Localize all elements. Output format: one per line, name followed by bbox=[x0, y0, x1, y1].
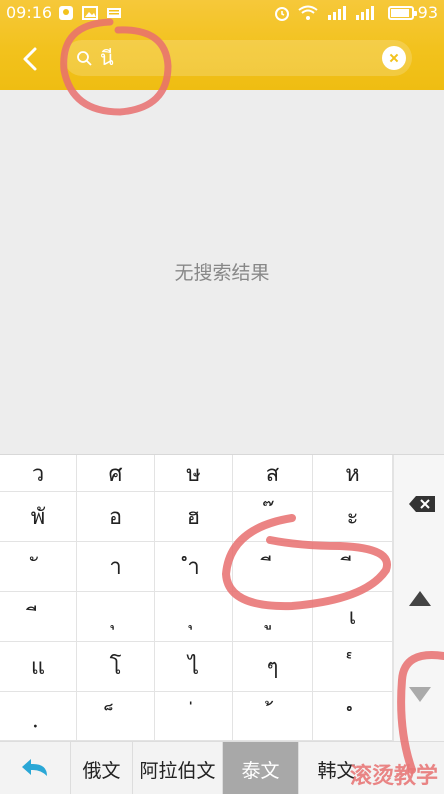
key[interactable]: ฮ bbox=[155, 492, 233, 542]
alarm-icon bbox=[275, 7, 289, 21]
screen: 09:16 93 无搜索结果 วศษสหพัอฮ๊ะัาำีีีุุูเแโไๆ… bbox=[0, 0, 444, 794]
key[interactable]: ๎ bbox=[313, 642, 393, 692]
key[interactable]: ห bbox=[313, 455, 393, 492]
search-icon bbox=[77, 51, 92, 66]
key[interactable]: โ bbox=[77, 642, 155, 692]
key[interactable]: ํ bbox=[313, 692, 393, 741]
back-button[interactable] bbox=[14, 42, 48, 76]
backspace-button[interactable] bbox=[408, 495, 436, 513]
battery-level: 93 bbox=[417, 3, 438, 22]
key[interactable]: พั bbox=[0, 492, 77, 542]
key[interactable]: ่ bbox=[155, 692, 233, 741]
language-tab-active[interactable]: 泰文 bbox=[222, 742, 298, 794]
key[interactable]: ฺ bbox=[0, 692, 77, 741]
wifi-icon bbox=[298, 5, 318, 20]
image-icon bbox=[82, 6, 98, 20]
search-input[interactable] bbox=[100, 44, 370, 72]
key[interactable]: เ bbox=[313, 592, 393, 642]
signal-4g-icon bbox=[328, 6, 346, 20]
language-tab[interactable]: 俄文 bbox=[70, 742, 132, 794]
key[interactable]: ส bbox=[233, 455, 313, 492]
key[interactable]: ๊ bbox=[233, 492, 313, 542]
clock: 09:16 bbox=[6, 3, 53, 22]
key[interactable]: ษ bbox=[155, 455, 233, 492]
key[interactable]: ุ bbox=[155, 592, 233, 642]
key[interactable]: ี bbox=[233, 542, 313, 592]
scroll-up-button[interactable] bbox=[409, 591, 431, 606]
key[interactable]: ๆ bbox=[233, 642, 313, 692]
scroll-down-button[interactable] bbox=[409, 687, 431, 702]
key-grid: วศษสหพัอฮ๊ะัาำีีีุุูเแโไๆ๎ฺ็่้ํ bbox=[0, 455, 393, 741]
key[interactable]: ศ bbox=[77, 455, 155, 492]
key[interactable]: ว bbox=[0, 455, 77, 492]
key[interactable]: ็ bbox=[77, 692, 155, 741]
key[interactable]: ี bbox=[313, 542, 393, 592]
key[interactable]: ะ bbox=[313, 492, 393, 542]
key[interactable]: ้ bbox=[233, 692, 313, 741]
return-icon bbox=[22, 759, 47, 776]
key[interactable]: แ bbox=[0, 642, 77, 692]
key[interactable]: ุ bbox=[77, 592, 155, 642]
return-button[interactable] bbox=[0, 742, 70, 794]
key[interactable]: ำ bbox=[155, 542, 233, 592]
header: 09:16 93 bbox=[0, 0, 444, 90]
key[interactable]: อ bbox=[77, 492, 155, 542]
signal-icon bbox=[356, 6, 374, 20]
keyboard-icon bbox=[107, 8, 121, 18]
search-bar[interactable] bbox=[64, 40, 412, 76]
key[interactable]: ั bbox=[0, 542, 77, 592]
battery-icon bbox=[388, 6, 417, 20]
keyboard-side-panel bbox=[393, 455, 444, 741]
key[interactable]: ี bbox=[0, 592, 77, 642]
status-bar: 09:16 93 bbox=[0, 0, 444, 26]
key[interactable]: า bbox=[77, 542, 155, 592]
watermark: 滚烫教学 bbox=[349, 764, 438, 789]
keyboard: วศษสหพัอฮ๊ะัาำีีีุุูเแโไๆ๎ฺ็่้ํ 俄文 阿拉伯文 … bbox=[0, 454, 444, 794]
empty-results-text: 无搜索结果 bbox=[174, 262, 270, 284]
key[interactable]: ไ bbox=[155, 642, 233, 692]
notification-icon bbox=[59, 6, 73, 20]
key[interactable]: ู bbox=[233, 592, 313, 642]
clear-search-button[interactable] bbox=[382, 46, 406, 70]
language-tab[interactable]: 阿拉伯文 bbox=[132, 742, 222, 794]
